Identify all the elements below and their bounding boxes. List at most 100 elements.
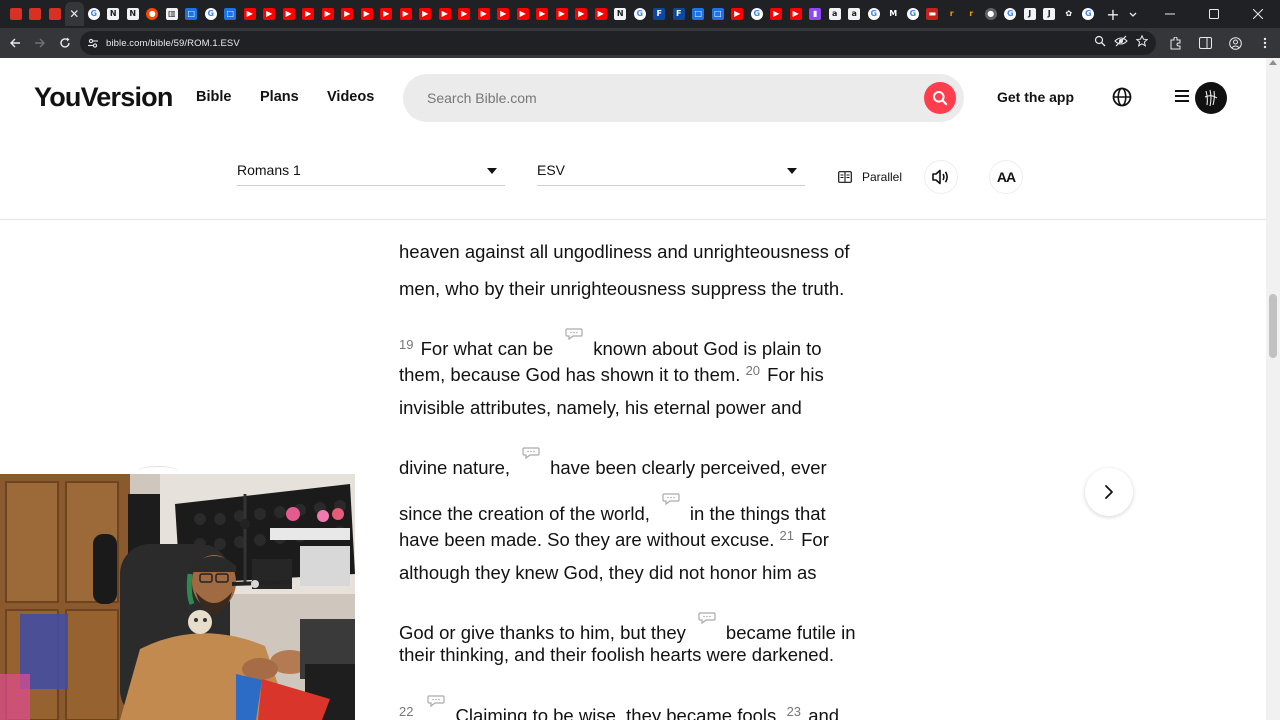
browser-tab[interactable]: ▶	[435, 2, 455, 26]
browser-tab[interactable]: ✿	[1059, 2, 1079, 26]
verse-text[interactable]: them, because God has shown it to them.	[399, 364, 746, 385]
browser-tab[interactable]: ▶	[260, 2, 280, 26]
hamburger-menu-icon[interactable]	[1174, 88, 1192, 106]
browser-tab[interactable]: ▶	[591, 2, 611, 26]
verse-text[interactable]: although they knew God, they did not hon…	[399, 562, 817, 583]
side-panel-icon[interactable]	[1190, 28, 1220, 58]
browser-tab[interactable]: N	[104, 2, 124, 26]
browser-tab[interactable]: ▥	[162, 2, 182, 26]
browser-tab[interactable]: a	[825, 2, 845, 26]
browser-tab[interactable]: □	[182, 2, 202, 26]
browser-tab[interactable]: ▬	[923, 2, 943, 26]
parallel-button[interactable]: Parallel	[838, 170, 902, 184]
verse-text[interactable]: and	[808, 705, 839, 720]
browser-tab[interactable]: ▶	[533, 2, 553, 26]
book-chapter-select[interactable]: Romans 1	[237, 156, 505, 186]
browser-tab[interactable]: ▶	[338, 2, 358, 26]
browser-tab[interactable]: G	[864, 2, 884, 26]
footnote-icon[interactable]	[427, 684, 446, 707]
browser-tab[interactable]: ●	[143, 2, 163, 26]
nav-plans-link[interactable]: Plans	[260, 89, 299, 105]
site-info-icon[interactable]	[82, 32, 104, 54]
verse-number[interactable]: 23	[787, 704, 801, 719]
browser-tab[interactable]: ▶	[786, 2, 806, 26]
footnote-icon[interactable]	[662, 482, 680, 506]
browser-tab[interactable]: ▶	[455, 2, 475, 26]
browser-tab[interactable]: ▶	[474, 2, 494, 26]
browser-tab[interactable]: ▶	[572, 2, 592, 26]
browser-tab[interactable]: ▶	[318, 2, 338, 26]
minimize-button[interactable]	[1148, 0, 1192, 28]
browser-tab[interactable]: ▶	[767, 2, 787, 26]
browser-tab[interactable]	[45, 2, 65, 26]
browser-tab[interactable]: □	[708, 2, 728, 26]
verse-text[interactable]: Claiming to be wise, they became fools,	[455, 705, 786, 720]
browser-tab[interactable]: r	[962, 2, 982, 26]
browser-tab[interactable]: ▶	[416, 2, 436, 26]
browser-tab[interactable]: G	[84, 2, 104, 26]
footnote-icon[interactable]	[565, 317, 583, 341]
footnote-icon[interactable]	[522, 436, 540, 460]
scrollbar-thumb[interactable]	[1269, 294, 1277, 358]
close-window-button[interactable]	[1236, 0, 1280, 28]
browser-tab[interactable]: ✕	[64, 2, 84, 26]
url-text[interactable]: bible.com/bible/59/ROM.1.ESV	[106, 38, 240, 49]
verse-number[interactable]: 21	[780, 528, 794, 543]
verse-text[interactable]: men, who by their unrighteousness suppre…	[399, 278, 844, 299]
footnote-icon[interactable]	[698, 601, 716, 625]
browser-menu-icon[interactable]	[1250, 28, 1280, 58]
browser-tab[interactable]: ▶	[728, 2, 748, 26]
browser-tab[interactable]: ▶	[357, 2, 377, 26]
browser-tab[interactable]: M	[884, 2, 904, 26]
verse-number[interactable]: 20	[746, 363, 760, 378]
nav-bible-link[interactable]: Bible	[196, 89, 231, 105]
eye-off-icon[interactable]	[1114, 34, 1128, 52]
browser-tab[interactable]: ●	[981, 2, 1001, 26]
browser-tab[interactable]: ▶	[240, 2, 260, 26]
version-select[interactable]: ESV	[537, 156, 805, 186]
browser-tab[interactable]: ▮	[806, 2, 826, 26]
get-the-app-link[interactable]: Get the app	[997, 89, 1074, 105]
browser-tab[interactable]: r	[942, 2, 962, 26]
back-button[interactable]	[3, 31, 27, 55]
font-settings-button[interactable]: AA	[989, 160, 1023, 194]
browser-tab[interactable]: G	[1001, 2, 1021, 26]
zoom-icon[interactable]	[1094, 34, 1106, 52]
browser-tab[interactable]: G	[747, 2, 767, 26]
profile-icon[interactable]	[1220, 28, 1250, 58]
browser-tab[interactable]: ▶	[299, 2, 319, 26]
youversion-logo[interactable]: YouVersion	[34, 82, 173, 113]
verse-text[interactable]: invisible attributes, namely, his eterna…	[399, 397, 802, 418]
browser-tab[interactable]: J	[1020, 2, 1040, 26]
browser-tab[interactable]: ▶	[513, 2, 533, 26]
verse-number[interactable]: 19	[399, 337, 413, 352]
verse-text[interactable]: heaven against all ungodliness and unrig…	[399, 241, 850, 262]
browser-tab[interactable]: N	[123, 2, 143, 26]
reload-button[interactable]	[53, 31, 77, 55]
verse-number[interactable]: 22	[399, 704, 413, 719]
user-avatar[interactable]	[1195, 82, 1227, 114]
verse-text[interactable]: For his	[767, 364, 824, 385]
browser-tab[interactable]: ▶	[279, 2, 299, 26]
browser-tab[interactable]	[26, 2, 46, 26]
browser-tab[interactable]: ▶	[494, 2, 514, 26]
browser-tab[interactable]: □	[689, 2, 709, 26]
verse-text[interactable]: For	[801, 529, 829, 550]
address-bar[interactable]: bible.com/bible/59/ROM.1.ESV	[80, 31, 1156, 55]
tab-search-icon[interactable]	[1118, 0, 1148, 28]
verse-text[interactable]: have been made. So they are without excu…	[399, 529, 780, 550]
globe-icon[interactable]	[1111, 86, 1133, 108]
scroll-up-arrow-icon[interactable]	[1269, 60, 1277, 65]
browser-tab[interactable]: a	[845, 2, 865, 26]
browser-tab[interactable]: F	[669, 2, 689, 26]
browser-tab[interactable]: F	[650, 2, 670, 26]
browser-tab[interactable]: □	[221, 2, 241, 26]
browser-tab[interactable]: ▶	[552, 2, 572, 26]
browser-tab[interactable]: N	[611, 2, 631, 26]
page-scrollbar[interactable]	[1266, 58, 1280, 720]
search-button[interactable]	[924, 82, 956, 114]
nav-videos-link[interactable]: Videos	[327, 89, 374, 105]
browser-tab[interactable]: ▶	[396, 2, 416, 26]
maximize-button[interactable]	[1192, 0, 1236, 28]
browser-tab[interactable]: G	[201, 2, 221, 26]
